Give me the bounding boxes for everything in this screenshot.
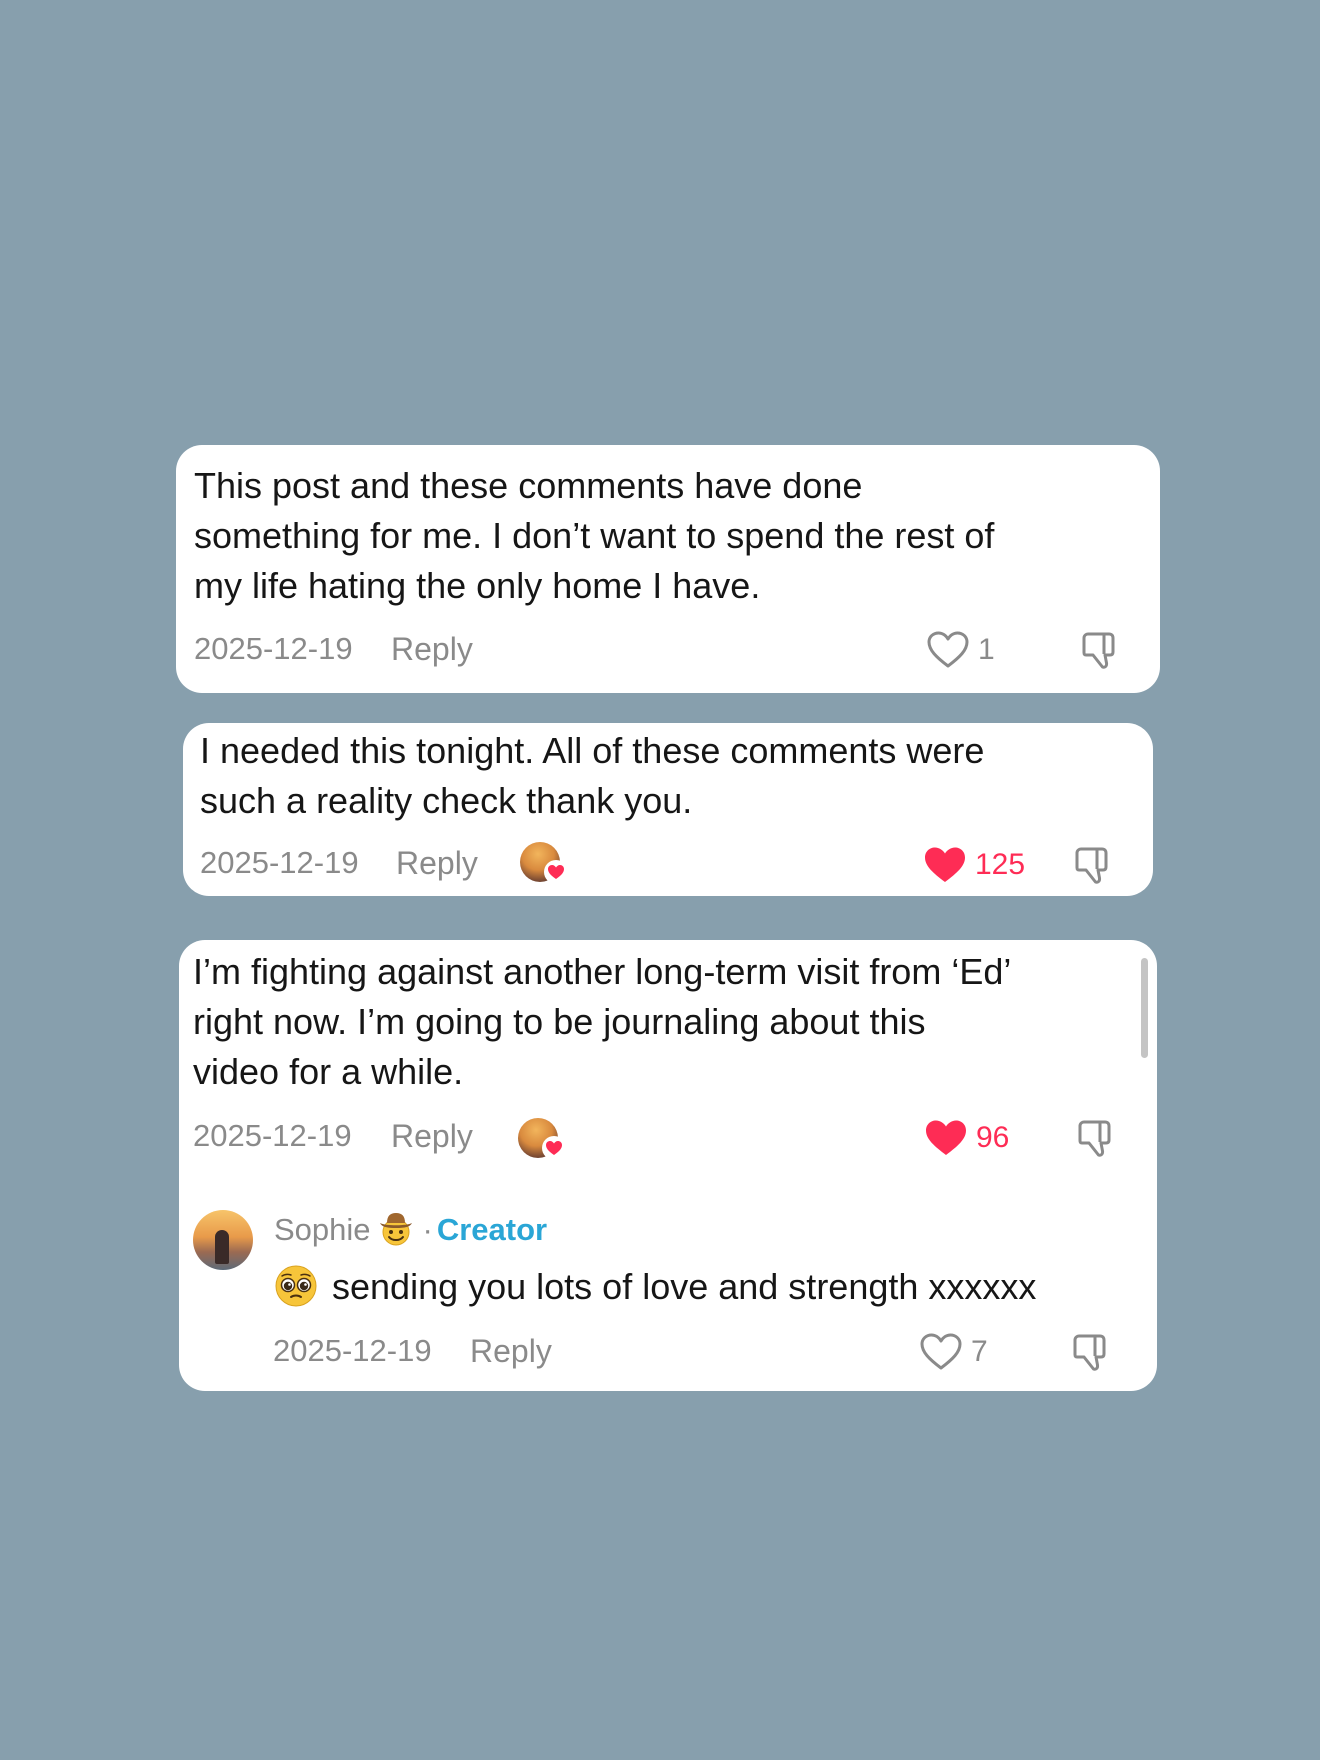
creator-badge: Creator <box>436 1212 548 1247</box>
like-count: 7 <box>971 1335 988 1368</box>
comment-date: 2025-12-19 <box>200 845 359 880</box>
reply-button[interactable]: Reply <box>391 1116 473 1156</box>
reply-date: 2025-12-19 <box>273 1333 432 1368</box>
reply-text-line: sending you lots of love and strength xx… <box>274 1264 1036 1310</box>
avatar[interactable] <box>193 1210 253 1270</box>
like-button[interactable]: 1 <box>926 628 995 672</box>
thumbs-down-icon <box>1075 847 1108 884</box>
like-button[interactable]: 125 <box>923 843 1025 887</box>
heart-outline-icon <box>920 1333 962 1370</box>
heart-filled-icon <box>926 1120 966 1155</box>
reply-text: sending you lots of love and strength xx… <box>332 1266 1037 1307</box>
comment-text: I’m fighting against another long-term v… <box>193 951 1012 1092</box>
pleading-face-icon <box>275 1265 317 1307</box>
comment-card: I needed this tonight. All of these comm… <box>183 723 1153 896</box>
comment-card: This post and these comments have done s… <box>176 445 1160 693</box>
author-name[interactable]: Sophie <box>274 1212 371 1247</box>
comment-text: I needed this tonight. All of these comm… <box>200 730 985 821</box>
dislike-button[interactable] <box>1077 628 1121 672</box>
author-separator: · <box>422 1212 433 1247</box>
dislike-button[interactable] <box>1070 843 1114 887</box>
like-count: 96 <box>976 1121 1010 1154</box>
reply-button[interactable]: Reply <box>470 1331 552 1371</box>
heart-filled-icon <box>544 860 568 884</box>
heart-outline-icon <box>927 631 969 668</box>
comment-text: This post and these comments have done s… <box>194 465 995 606</box>
thumbs-down-icon <box>1082 632 1115 669</box>
dislike-button[interactable] <box>1073 1116 1117 1160</box>
reply-author-line: Sophie · Creator <box>274 1210 547 1250</box>
like-button[interactable]: 96 <box>924 1116 1009 1160</box>
scrollbar[interactable] <box>1141 958 1148 1058</box>
creator-liked-badge <box>518 1118 566 1160</box>
comment-date: 2025-12-19 <box>193 1118 352 1153</box>
reply-button[interactable]: Reply <box>396 843 478 883</box>
thumbs-down-icon <box>1078 1120 1111 1157</box>
like-count: 125 <box>975 848 1026 881</box>
heart-filled-icon <box>542 1136 566 1160</box>
dislike-button[interactable] <box>1068 1330 1112 1374</box>
heart-filled-icon <box>925 847 965 882</box>
comment-date: 2025-12-19 <box>194 631 353 666</box>
comment-card: I’m fighting against another long-term v… <box>179 940 1157 1391</box>
cowboy-hat-face-icon <box>379 1213 412 1246</box>
creator-liked-badge <box>520 842 568 884</box>
like-count: 1 <box>978 633 995 666</box>
thumbs-down-icon <box>1073 1334 1106 1371</box>
reply-button[interactable]: Reply <box>391 629 473 669</box>
like-button[interactable]: 7 <box>919 1330 988 1374</box>
